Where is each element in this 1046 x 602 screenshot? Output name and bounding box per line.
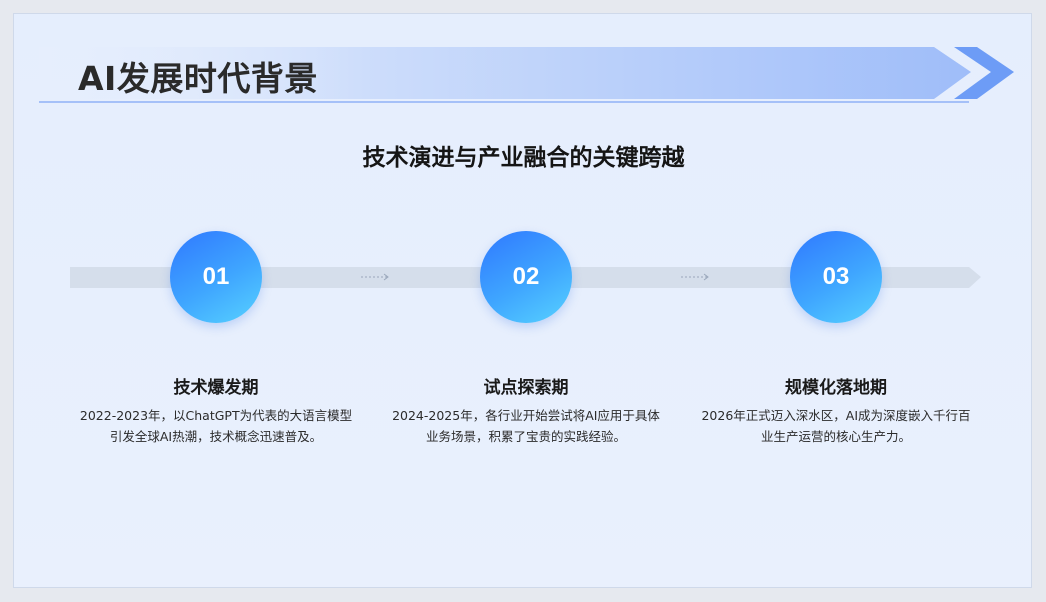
step-number: 01 [202,263,230,290]
step-circle-02: 02 [480,231,572,323]
step-desc-line: 2022-2023年，以ChatGPT为代表的大语言模型 [79,408,353,423]
step-desc-02: 2024-2025年，各行业开始尝试将AI应用于具体 业务场景，积累了宝贵的实践… [376,405,676,447]
step-title-01: 技术爆发期 [173,378,259,398]
slide: AI发展时代背景 技术演进与产业融合的关键跨越 01 技术爆发期 2022-20… [13,13,1032,588]
step-desc-03: 2026年正式迈入深水区，AI成为深度嵌入千行百 业生产运营的核心生产力。 [686,405,986,447]
step-desc-line: 业生产运营的核心生产力。 [760,429,911,444]
step-circle-01: 01 [170,231,262,323]
step-desc-line: 业务场景，积累了宝贵的实践经验。 [425,429,626,444]
step-desc-line: 2026年正式迈入深水区，AI成为深度嵌入千行百 [701,408,971,423]
step-desc-line: 引发全球AI热潮，技术概念迅速普及。 [109,429,323,444]
step-number: 03 [822,263,850,290]
step-title-03: 规模化落地期 [785,378,887,398]
step-desc-01: 2022-2023年，以ChatGPT为代表的大语言模型 引发全球AI热潮，技术… [66,405,366,447]
step-title-02: 试点探索期 [483,378,569,398]
step-circle-03: 03 [790,231,882,323]
step-number: 02 [512,263,540,290]
step-desc-line: 2024-2025年，各行业开始尝试将AI应用于具体 [392,408,660,423]
